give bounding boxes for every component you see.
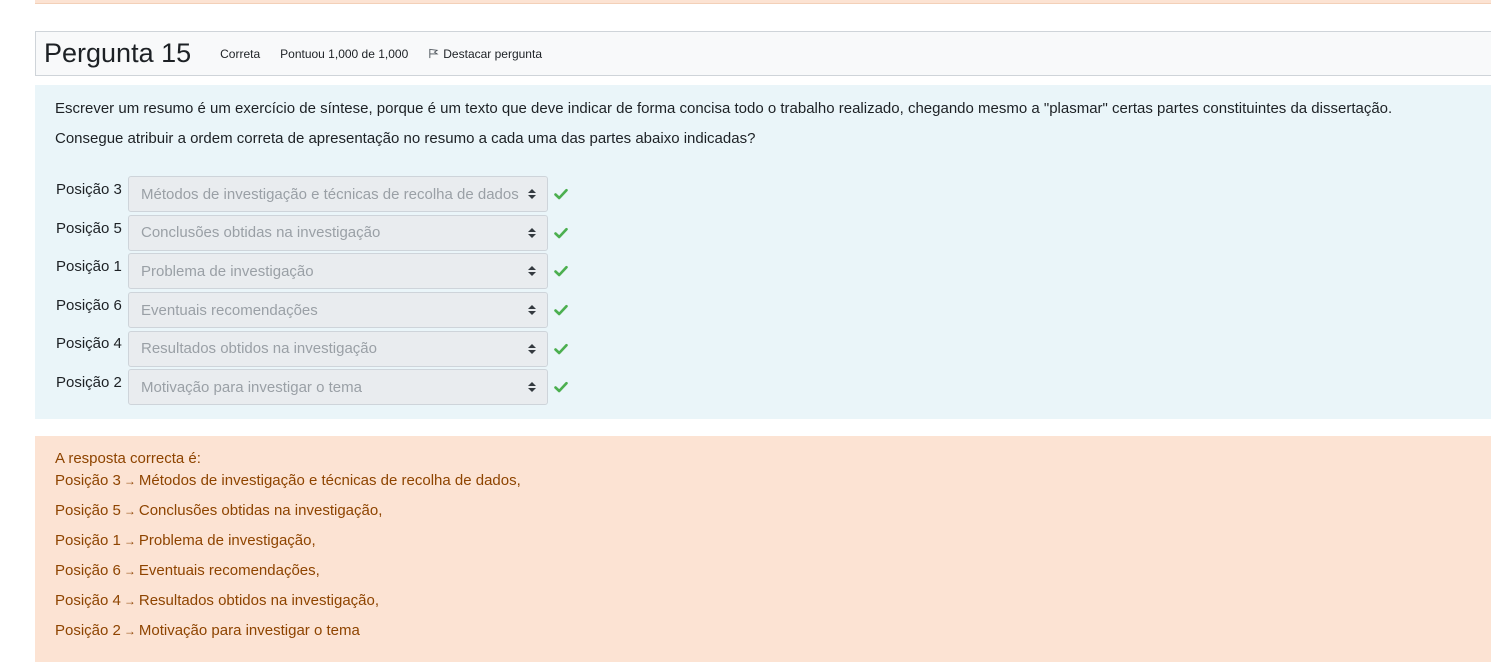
answer-select[interactable]: Métodos de investigação e técnicas de re… (128, 176, 548, 213)
answer-row: Posição 2 Motivação para investigar o tem… (55, 368, 1471, 407)
sort-arrows-icon (527, 266, 537, 277)
question-grade: Pontuou 1,000 de 1,000 (280, 46, 409, 61)
answer-select-value: Conclusões obtidas na investigação (141, 224, 381, 242)
feedback-answer: Problema de investigação, (138, 532, 316, 549)
answer-select-value: Motivação para investigar o tema (141, 378, 362, 396)
arrow-icon: → (123, 534, 136, 548)
position-label: Posição 6 (56, 296, 122, 314)
flag-question-label: Destacar pergunta (443, 46, 542, 61)
sort-arrows-icon (527, 343, 537, 354)
answer-row: Posição 6 Eventuais recomendações (55, 291, 1471, 330)
correct-answer-feedback: A resposta correcta é: Posição 3 → Métodos… (35, 436, 1491, 662)
arrow-icon: → (123, 474, 136, 488)
position-label: Posição 1 (56, 258, 122, 276)
feedback-heading: A resposta correcta é: (55, 450, 201, 467)
check-icon (554, 189, 568, 200)
answer-row: Posição 4 Resultados obtidos na investiga… (55, 329, 1471, 368)
arrow-icon: → (123, 624, 136, 638)
check-icon (554, 227, 568, 239)
previous-feedback-strip (35, 0, 1491, 4)
feedback-answer: Conclusões obtidas na investigação, (138, 502, 383, 519)
answer-select-value: Problema de investigação (141, 262, 314, 280)
answer-table: Posição 3 Métodos de investigação e técni… (55, 175, 1471, 407)
check-icon (554, 266, 568, 277)
answer-row: Posição 5 Conclusões obtidas na investiga… (55, 214, 1471, 253)
sort-arrows-icon (527, 189, 537, 200)
answer-select[interactable]: Problema de investigação (128, 253, 548, 290)
feedback-position: Posição 6 (55, 562, 121, 579)
position-label: Posição 2 (56, 373, 122, 391)
feedback-answer: Eventuais recomendações, (138, 562, 320, 579)
check-icon (554, 304, 568, 316)
answer-row: Posição 3 Métodos de investigação e técni… (55, 175, 1471, 214)
position-label: Posição 4 (56, 335, 122, 353)
sort-arrows-icon (527, 305, 537, 316)
question-content: Escrever um resumo é um exercício de sín… (35, 85, 1491, 419)
answer-row: Posição 1 Problema de investigação (55, 252, 1471, 291)
question-text-1: Escrever um resumo é um exercício de sín… (55, 100, 1393, 117)
feedback-line: Posição 5 → Conclusões obtidas na investig… (55, 501, 1471, 521)
feedback-answer: Resultados obtidos na investigação, (138, 592, 380, 609)
arrow-icon: → (123, 594, 136, 608)
feedback-position: Posição 2 (55, 622, 121, 639)
feedback-line: Posição 1 → Problema de investigação, (55, 531, 1471, 551)
check-icon (554, 343, 568, 354)
question-state: Correta (220, 46, 261, 61)
sort-arrows-icon (527, 382, 537, 393)
feedback-line: Posição 4 → Resultados obtidos na investig… (55, 591, 1471, 611)
sort-arrows-icon (527, 227, 537, 238)
position-label: Posição 5 (56, 219, 122, 237)
flag-icon (429, 48, 439, 59)
arrow-icon: → (123, 564, 136, 578)
answer-select-value: Métodos de investigação e técnicas de re… (141, 185, 519, 203)
question-text-2: Consegue atribuir a ordem correta de apr… (55, 130, 756, 147)
feedback-lines: Posição 3 → Métodos de investigação e técn… (55, 471, 1471, 641)
answer-select-value: Eventuais recomendações (141, 301, 318, 319)
feedback-position: Posição 5 (55, 502, 121, 519)
feedback-position: Posição 1 (55, 532, 121, 549)
question-info-header: Pergunta 15 Correta Pontuou 1,000 de 1,0… (35, 31, 1491, 76)
feedback-answer: Motivação para investigar o tema (138, 622, 360, 639)
feedback-line: Posição 6 → Eventuais recomendações, (55, 561, 1471, 581)
check-icon (554, 382, 568, 393)
question-title: Pergunta 15 (44, 38, 192, 68)
feedback-line: Posição 3 → Métodos de investigação e técn… (55, 471, 1471, 491)
feedback-position: Posição 4 (55, 592, 121, 609)
feedback-line: Posição 2 → Motivação para investigar o te… (55, 621, 1471, 641)
flag-question-link[interactable]: Destacar pergunta (428, 47, 542, 61)
answer-select[interactable]: Motivação para investigar o tema (128, 369, 548, 406)
arrow-icon: → (123, 504, 136, 518)
answer-select-value: Resultados obtidos na investigação (141, 340, 377, 358)
answer-select[interactable]: Eventuais recomendações (128, 292, 548, 329)
answer-select[interactable]: Conclusões obtidas na investigação (128, 214, 548, 251)
feedback-position: Posição 3 (55, 472, 121, 489)
answer-select[interactable]: Resultados obtidos na investigação (128, 330, 548, 367)
position-label: Posição 3 (56, 181, 122, 198)
feedback-answer: Métodos de investigação e técnicas de re… (138, 472, 521, 489)
